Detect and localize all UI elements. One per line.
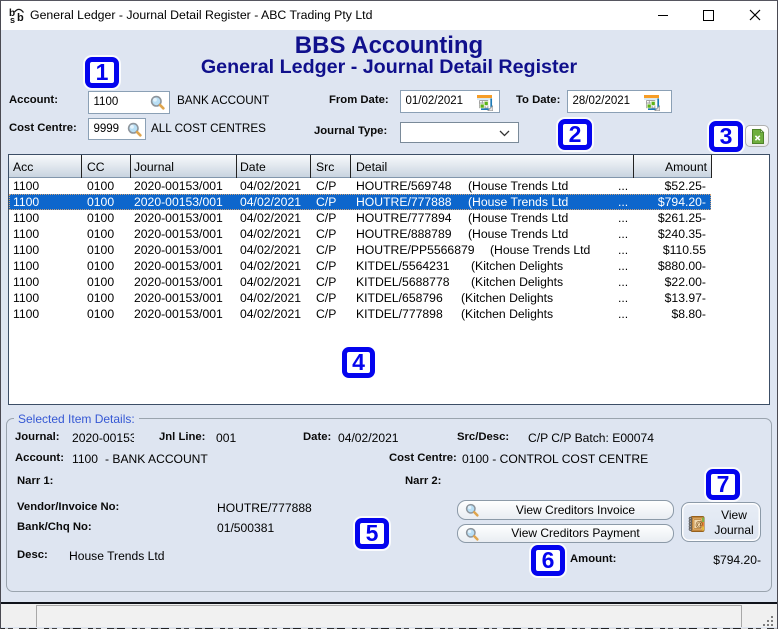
svg-text:b: b <box>17 12 24 24</box>
svg-text:@: @ <box>695 520 703 529</box>
svg-text:s: s <box>10 15 15 24</box>
